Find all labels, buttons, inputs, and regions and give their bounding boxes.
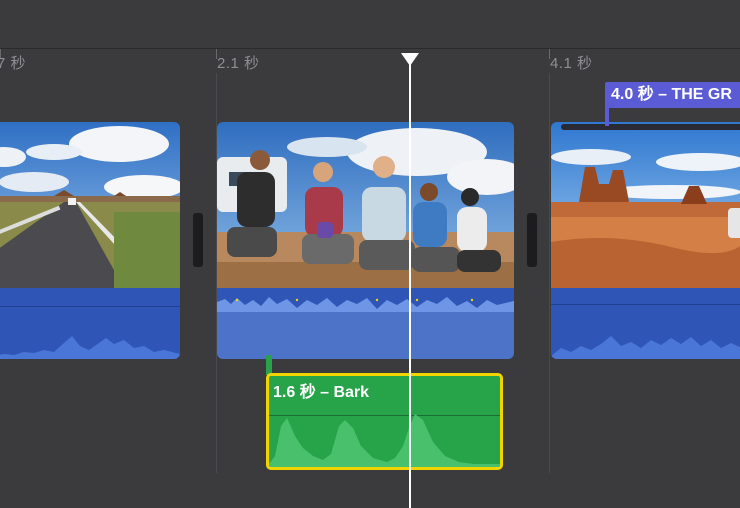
ruler-tick-label: 2.1 秒	[217, 55, 260, 72]
toolbar	[0, 0, 740, 49]
title-clip-bar[interactable]	[561, 124, 740, 130]
sound-effect-waveform	[269, 414, 500, 467]
clip-audio-waveform	[217, 288, 514, 359]
title-clip-connector	[605, 106, 609, 126]
playhead[interactable]	[409, 60, 411, 508]
clip-audio-waveform	[0, 288, 180, 359]
clip-edge-handle[interactable]	[728, 208, 740, 238]
clip-thumbnail-road	[0, 122, 180, 288]
sound-effect-clip[interactable]: 1.6 秒 – Bark	[266, 373, 503, 470]
ruler-tick-label: 4.1 秒	[550, 55, 593, 72]
video-clip-road[interactable]	[0, 122, 180, 359]
timeline-gridline	[549, 73, 550, 473]
clip-audio-waveform	[551, 288, 740, 359]
video-clip-desert[interactable]	[551, 122, 740, 359]
timeline-ruler[interactable]: 7 秒 2.1 秒 4.1 秒	[0, 49, 740, 73]
playhead-triangle-icon[interactable]	[401, 53, 419, 66]
transition-handle[interactable]	[193, 213, 203, 267]
video-clip-group[interactable]	[217, 122, 514, 359]
clip-thumbnail-desert	[551, 122, 740, 288]
ruler-tick-label: 7 秒	[0, 55, 27, 72]
clip-thumbnail-group	[217, 122, 514, 288]
sound-effect-connector	[266, 355, 272, 375]
title-clip-label[interactable]: 4.0 秒 – THE GR	[605, 82, 740, 108]
transition-handle[interactable]	[527, 213, 537, 267]
